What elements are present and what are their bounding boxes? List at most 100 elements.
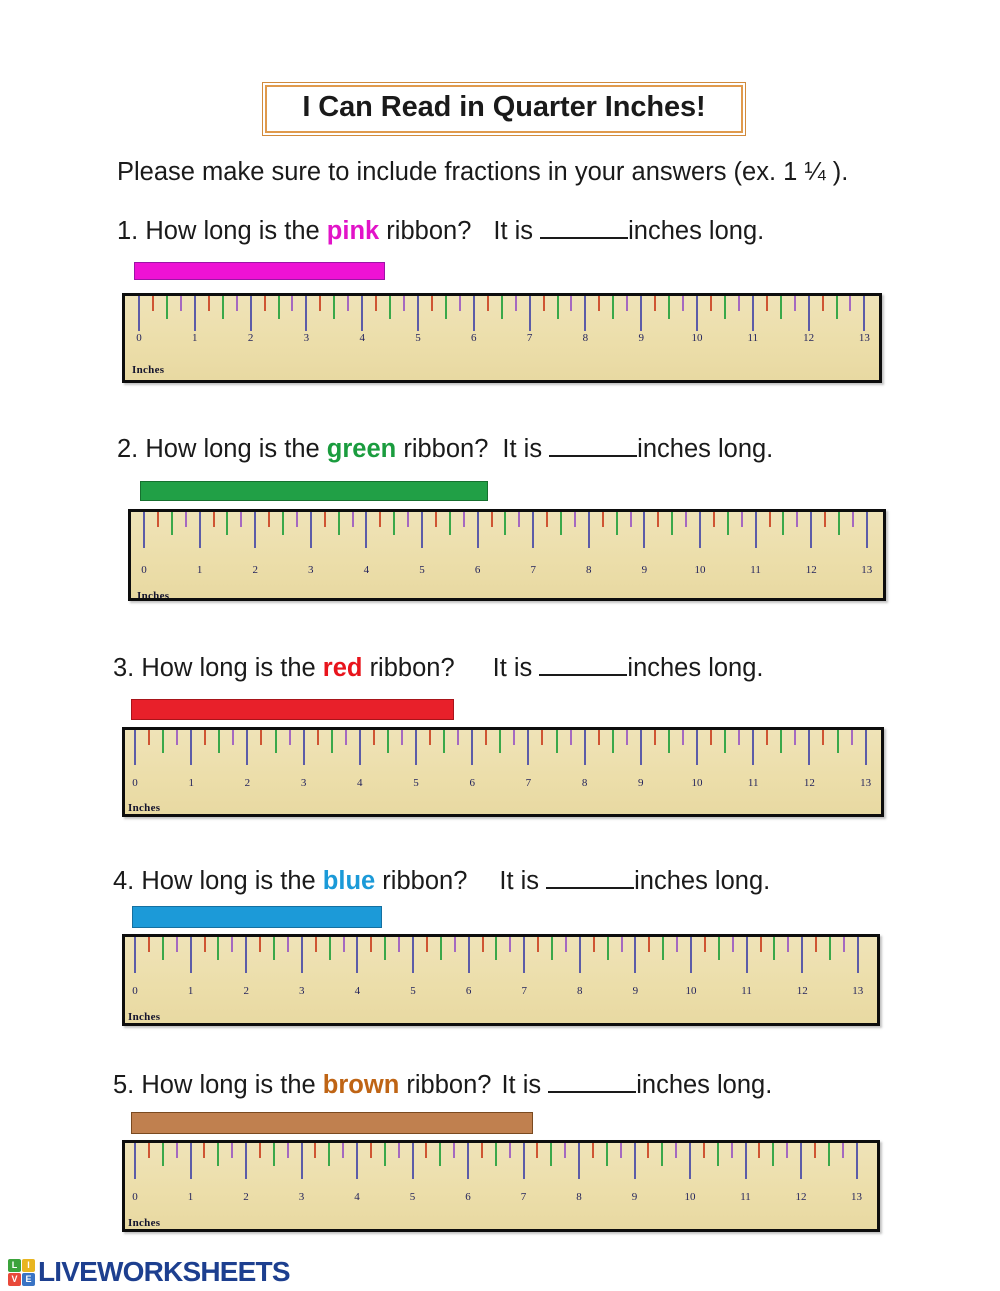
ruler-tick-three-quarter-5 [457,730,460,745]
ruler-tick-half-9 [668,296,671,319]
answer-blank-4[interactable] [546,887,635,889]
ruler-number-1: 1 [187,1191,194,1203]
ruler-tick-whole-2 [245,1143,247,1179]
ruler-tick-whole-13 [865,512,868,548]
ruler-tick-whole-11 [745,937,748,973]
ruler-tick-whole-9 [634,937,637,973]
ruler-tick-quarter-7 [546,512,549,527]
ruler-tick-whole-3 [302,730,305,765]
ruler-tick-half-5 [448,512,451,535]
ruler-tick-half-5 [439,937,442,960]
ruler-tick-whole-7 [528,296,531,331]
ruler-tick-half-3 [328,937,331,960]
ruler-tick-three-quarter-10 [737,296,740,311]
ruler-tick-half-8 [605,1143,608,1166]
ribbon-green [140,481,488,501]
ruler-tick-quarter-4 [375,296,378,311]
ruler-tick-three-quarter-1 [240,512,243,527]
ruler-number-10: 10 [691,777,703,789]
ruler-tick-quarter-0 [151,296,154,311]
ruler-number-6: 6 [465,985,472,997]
ruler-face-5: 0 1 2 3 4 5 6 7 8 9 10 11 12 13 Inches [125,1143,877,1229]
question-suffix-1: ribbon? [379,217,472,245]
ruler-number-2: 2 [252,564,258,576]
ruler-tick-half-10 [723,296,726,319]
ruler-tick-whole-3 [300,1143,303,1179]
ruler-tick-half-9 [667,730,670,753]
ruler-tick-whole-8 [584,296,587,331]
ruler-tick-three-quarter-7 [564,1143,567,1158]
ruler-tick-whole-6 [471,730,474,765]
ruler-tick-half-1 [226,512,229,535]
ruler-number-3: 3 [300,777,307,789]
ruler-tick-three-quarter-11 [796,512,799,527]
answer-blank-1[interactable] [540,237,629,239]
ruler-number-10: 10 [685,985,697,997]
ruler-unit-label-2: Inches [137,590,170,601]
ruler-tick-whole-7 [527,730,530,765]
ruler-tick-three-quarter-8 [620,937,623,952]
ruler-tick-whole-7 [532,512,535,548]
ruler-unit-label-1: Inches [132,364,165,376]
ruler-tick-three-quarter-8 [629,512,632,527]
ruler-tick-three-quarter-2 [286,1143,289,1158]
ruler-tick-half-11 [782,512,785,535]
ruler-tick-whole-5 [411,1143,414,1179]
ruler-tick-half-5 [444,296,447,319]
ruler-number-12: 12 [805,564,817,576]
ruler-tick-quarter-3 [316,730,319,745]
ruler-tick-half-3 [330,730,333,753]
ruler-tick-half-1 [218,730,221,753]
ruler-tick-whole-10 [696,296,698,331]
page-title: I Can Read in Quarter Inches! [302,91,706,123]
ruler-tick-three-quarter-9 [676,937,679,952]
answer-blank-3[interactable] [539,674,628,676]
answer-blank-5[interactable] [548,1091,637,1093]
ruler-tick-half-7 [555,730,558,753]
ruler-number-6: 6 [465,1191,471,1203]
ruler-tick-half-7 [550,1143,553,1166]
ruler-unit-label-5: Inches [128,1217,161,1229]
ruler-tick-three-quarter-7 [570,296,573,311]
question-3: 3. How long is the red ribbon? It is inch… [113,654,764,683]
ruler-tick-quarter-5 [425,937,428,952]
ruler-tick-half-5 [439,1143,442,1166]
ruler-number-9: 9 [632,985,639,997]
ruler-tick-half-8 [611,730,614,753]
ruler-tick-quarter-6 [486,296,489,311]
ruler-tick-whole-0 [134,937,136,973]
ruler-tick-three-quarter-0 [175,937,178,952]
ruler-tick-half-4 [389,296,392,319]
ruler-tick-whole-4 [365,512,368,548]
ruler-tick-whole-5 [421,512,423,548]
ruler-tick-half-3 [333,296,336,319]
ruler-tick-half-9 [662,937,665,960]
ruler-tick-half-10 [716,1143,719,1166]
ruler-tick-quarter-2 [259,937,262,952]
ruler-tick-quarter-7 [536,1143,539,1158]
ruler-tick-half-0 [161,1143,164,1166]
ruler-tick-whole-4 [356,937,359,973]
answer-blank-2[interactable] [549,455,638,457]
ruler-tick-three-quarter-11 [794,730,797,745]
ruler-tick-quarter-0 [147,1143,150,1158]
ruler-tick-quarter-0 [147,937,150,952]
ruler-face-2: 0 1 2 3 4 5 6 7 8 9 10 11 12 13 Inches [131,512,883,598]
ruler-tick-quarter-11 [758,1143,761,1158]
ruler-number-8: 8 [577,985,583,997]
logo-cell-v: V [8,1272,21,1286]
ruler-tick-three-quarter-9 [685,512,688,527]
ruler-tick-three-quarter-7 [573,512,576,527]
ruler-tick-half-9 [671,512,674,535]
ruler-number-8: 8 [586,564,592,576]
question-number-3: 3. [113,654,142,682]
ruler-number-2: 2 [247,332,254,344]
ruler-number-6: 6 [471,332,477,344]
ruler-tick-three-quarter-9 [682,296,685,311]
ruler-face-4: 0 1 2 3 4 5 6 7 8 9 10 11 12 13 Inches [125,937,877,1023]
worksheet-title-inner: I Can Read in Quarter Inches! [265,85,743,133]
ruler-tick-half-2 [272,1143,275,1166]
ruler-tick-quarter-5 [425,1143,428,1158]
ruler-tick-half-6 [504,512,507,535]
ruler-tick-three-quarter-0 [184,512,187,527]
